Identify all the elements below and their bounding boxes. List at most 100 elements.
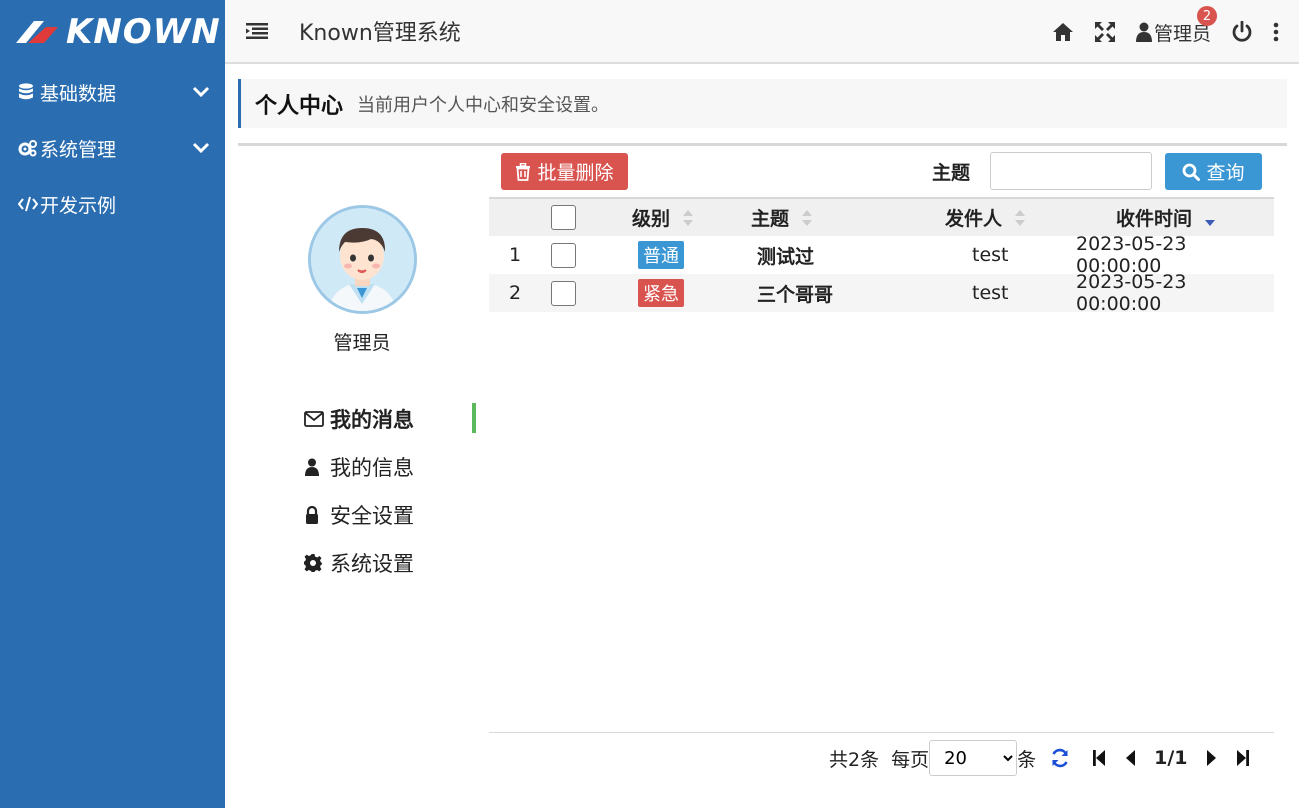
sender-cell: test — [972, 244, 1009, 266]
batch-delete-label: 批量删除 — [537, 162, 614, 184]
page-heading: 个人中心 当前用户个人中心和安全设置。 — [238, 79, 1287, 128]
select-all-cell — [551, 199, 576, 236]
fullscreen-button[interactable] — [1084, 0, 1126, 64]
select-all-checkbox[interactable] — [551, 205, 576, 230]
subject-link[interactable]: 三个哥哥 — [757, 274, 833, 312]
more-options-button[interactable] — [1263, 0, 1299, 64]
profile-menu-label: 系统设置 — [330, 552, 414, 576]
cogs-icon — [18, 139, 40, 157]
database-icon — [18, 83, 40, 101]
pager-per-page-prefix: 每页 — [891, 748, 930, 771]
refresh-icon — [1052, 748, 1068, 768]
table-row[interactable]: 2 紧急 三个哥哥 test 2023-05-23 00:00:00 — [489, 271, 1274, 315]
row-index: 1 — [509, 244, 522, 266]
fullscreen-icon — [1094, 22, 1115, 42]
logo-mark-icon — [16, 21, 58, 43]
column-header-received-time[interactable]: 收件时间 — [1116, 199, 1216, 236]
profile-menu-label: 安全设置 — [330, 504, 414, 528]
sender-cell: test — [972, 282, 1009, 304]
batch-delete-button[interactable]: 批量删除 — [501, 153, 628, 190]
column-header-sender[interactable]: 发件人 — [945, 199, 1026, 236]
pager: 共2条 每页 20 条 1/1 — [829, 740, 1250, 776]
search-subject-input[interactable] — [990, 152, 1152, 190]
profile-menu-system-settings[interactable]: 系统设置 — [300, 539, 476, 587]
envelope-icon — [304, 411, 330, 427]
first-page-button[interactable] — [1092, 749, 1106, 767]
profile-menu-label: 我的信息 — [330, 456, 414, 480]
content-divider — [238, 143, 1287, 146]
page-title: 个人中心 — [255, 93, 344, 119]
power-icon — [1232, 21, 1252, 42]
chevron-down-icon — [191, 142, 211, 154]
avatar — [308, 205, 417, 314]
logout-button[interactable] — [1221, 0, 1263, 64]
row-checkbox[interactable] — [551, 280, 576, 306]
search-icon — [1183, 163, 1201, 181]
row-checkbox-cell — [551, 274, 576, 312]
pager-divider — [489, 732, 1274, 733]
sort-icon — [682, 209, 694, 227]
profile-menu-my-messages[interactable]: 我的消息 — [300, 395, 476, 443]
notification-badge: 2 — [1197, 6, 1217, 26]
table-row[interactable]: 1 普通 测试过 test 2023-05-23 00:00:00 — [489, 233, 1274, 277]
sidebar-item-dev-examples[interactable]: 开发示例 — [0, 176, 225, 232]
search-subject-label: 主题 — [932, 162, 971, 184]
row-checkbox[interactable] — [551, 242, 576, 268]
sidebar: KNOWN 基础数据 系统管理 开发示例 — [0, 0, 225, 808]
refresh-button[interactable] — [1050, 748, 1070, 768]
home-icon — [1052, 23, 1073, 41]
pager-total: 共2条 — [829, 748, 880, 771]
page-size-select[interactable]: 20 — [929, 740, 1018, 776]
table-header: 级别 主题 发件人 收件时间 — [489, 197, 1274, 236]
message-table: 级别 主题 发件人 收件时间 1 普通 测试过 test 2023-05-23 … — [489, 197, 1274, 315]
search-button[interactable]: 查询 — [1165, 153, 1262, 190]
chevron-down-icon — [191, 86, 211, 98]
trash-icon — [516, 162, 531, 181]
prev-page-icon — [1126, 750, 1136, 766]
gear-icon — [304, 554, 330, 572]
sidebar-item-base-data[interactable]: 基础数据 — [0, 64, 225, 120]
profile-menu: 我的消息 我的信息 安全设置 系统设置 — [300, 395, 476, 587]
profile-menu-security[interactable]: 安全设置 — [300, 491, 476, 539]
row-checkbox-cell — [551, 236, 576, 274]
sort-icon — [801, 209, 813, 227]
column-header-subject[interactable]: 主题 — [751, 199, 813, 236]
profile-name: 管理员 — [333, 332, 391, 354]
time-cell: 2023-05-23 00:00:00 — [1076, 233, 1187, 277]
more-vertical-icon — [1273, 22, 1279, 42]
search-button-label: 查询 — [1206, 162, 1245, 184]
sidebar-item-label: 系统管理 — [40, 138, 117, 161]
last-page-button[interactable] — [1236, 749, 1250, 767]
menu-toggle-button[interactable] — [225, 0, 289, 63]
next-page-button[interactable] — [1206, 749, 1218, 767]
level-badge: 紧急 — [638, 279, 684, 307]
profile-menu-my-info[interactable]: 我的信息 — [300, 443, 476, 491]
pager-per-page-suffix: 条 — [1017, 748, 1037, 771]
user-icon — [304, 458, 330, 476]
prev-page-button[interactable] — [1124, 749, 1136, 767]
sort-desc-icon — [1204, 209, 1216, 227]
logo-text: KNOWN — [66, 12, 221, 52]
user-icon — [1135, 22, 1152, 42]
active-indicator — [472, 403, 476, 433]
profile-menu-label: 我的消息 — [330, 408, 414, 432]
page-indicator: 1/1 — [1154, 747, 1188, 769]
column-header-level[interactable]: 级别 — [632, 199, 694, 236]
time-cell: 2023-05-23 00:00:00 — [1076, 271, 1187, 315]
sort-icon — [1014, 209, 1026, 227]
column-header-label: 主题 — [751, 208, 790, 230]
level-cell: 紧急 — [638, 274, 684, 312]
home-button[interactable] — [1042, 0, 1084, 64]
sidebar-item-label: 开发示例 — [40, 194, 117, 217]
level-cell: 普通 — [638, 236, 684, 274]
column-header-label: 发件人 — [945, 208, 1003, 230]
first-page-icon — [1093, 750, 1106, 766]
lock-icon — [304, 506, 330, 524]
sidebar-item-system[interactable]: 系统管理 — [0, 120, 225, 176]
user-menu-button[interactable]: 管理员 2 — [1126, 0, 1221, 64]
logo[interactable]: KNOWN — [0, 0, 225, 64]
last-page-icon — [1236, 750, 1249, 766]
subject-link[interactable]: 测试过 — [757, 236, 814, 274]
top-header: Known管理系统 管理员 2 — [225, 0, 1299, 64]
column-header-label: 收件时间 — [1116, 208, 1193, 230]
